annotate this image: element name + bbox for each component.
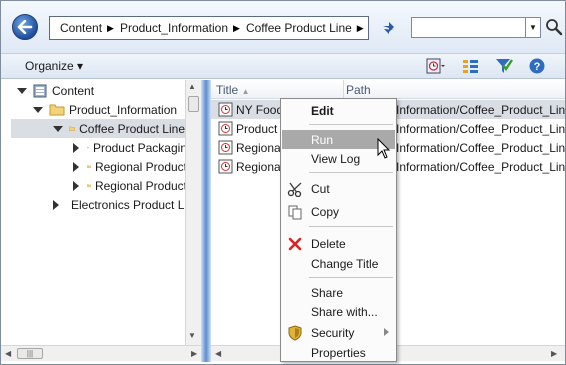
tree-item-content[interactable]: Content xyxy=(17,81,187,100)
expand-arrow-icon[interactable] xyxy=(53,199,59,210)
tree-vertical-scrollbar[interactable]: ▲ ▼ xyxy=(185,80,201,345)
scroll-up-icon[interactable]: ▲ xyxy=(188,82,196,91)
copy-icon xyxy=(288,205,302,220)
scheduler-icon[interactable] xyxy=(425,57,445,75)
menu-separator xyxy=(309,277,393,278)
menu-item-security[interactable]: Security xyxy=(282,323,395,342)
menu-item-delete[interactable]: Delete xyxy=(282,234,395,253)
menu-separator xyxy=(309,226,393,227)
scroll-thumb[interactable] xyxy=(188,96,199,112)
column-header-path[interactable]: Path xyxy=(346,83,371,97)
folder-icon xyxy=(87,165,91,168)
folder-icon xyxy=(49,104,65,116)
tree-item-regional-product[interactable]: Regional Product xyxy=(73,157,187,176)
list-header: Title ▲ Path xyxy=(211,80,565,99)
window: Content ▶ Product_Information ▶ Coffee P… xyxy=(0,0,566,365)
menu-item-copy[interactable]: Copy xyxy=(282,202,395,221)
list-item-title: NY Food xyxy=(236,103,284,117)
column-divider[interactable] xyxy=(343,80,344,99)
shield-icon xyxy=(288,325,302,341)
svg-text:?: ? xyxy=(534,61,541,73)
list-item-path: Information/Coffee_Product_Line xyxy=(396,122,565,136)
organize-menu-button[interactable]: Organize ▾ xyxy=(25,59,83,73)
delete-icon xyxy=(288,237,302,251)
back-button[interactable] xyxy=(12,14,38,40)
breadcrumb-separator-icon[interactable]: ▶ xyxy=(357,23,364,34)
menu-item-properties[interactable]: Properties xyxy=(282,343,395,362)
tree-item-label: Regional Product xyxy=(94,178,187,193)
menu-separator xyxy=(309,172,393,173)
pane-splitter[interactable] xyxy=(201,80,211,362)
tree-horizontal-scrollbar[interactable]: ◀ ||| ▶ xyxy=(1,345,201,361)
scroll-right-icon[interactable]: ▶ xyxy=(551,349,557,358)
report-icon xyxy=(218,102,233,117)
menu-item-edit[interactable]: Edit xyxy=(282,101,395,120)
help-icon[interactable]: ? xyxy=(527,57,547,75)
menu-item-share-with[interactable]: Share with... xyxy=(282,302,395,321)
mouse-cursor-icon xyxy=(377,138,391,159)
address-bar: Content ▶ Product_Information ▶ Coffee P… xyxy=(1,1,565,53)
folder-icon xyxy=(87,146,89,149)
menu-separator xyxy=(309,124,393,125)
list-item-path: Information/Coffee_Product_Line xyxy=(396,141,565,155)
expand-arrow-icon[interactable] xyxy=(73,142,79,153)
filter-icon[interactable] xyxy=(494,57,514,75)
tree-item-label: Coffee Product Line xyxy=(79,121,185,136)
folder-icon xyxy=(69,126,75,131)
expand-arrow-icon[interactable] xyxy=(53,125,63,132)
submenu-arrow-icon xyxy=(384,328,389,336)
tree-item-product-information[interactable]: Product_Information xyxy=(33,100,187,119)
content-root-icon xyxy=(33,84,47,97)
tree-item-label: Electronics Product Li xyxy=(71,197,188,212)
refresh-button[interactable] xyxy=(378,18,400,38)
search-icon[interactable] xyxy=(545,18,563,36)
breadcrumb-item-content[interactable]: Content xyxy=(60,21,102,35)
list-item-title: Regional xyxy=(236,160,284,174)
refresh-icon xyxy=(383,22,395,34)
toolbar: Organize ▾ ? xyxy=(1,53,565,79)
expand-arrow-icon[interactable] xyxy=(73,161,79,172)
breadcrumb-separator-icon[interactable]: ▶ xyxy=(233,23,240,34)
menu-item-cut[interactable]: Cut xyxy=(282,179,395,198)
report-icon xyxy=(218,140,233,155)
breadcrumb: Content ▶ Product_Information ▶ Coffee P… xyxy=(49,16,369,40)
scroll-left-icon[interactable]: ◀ xyxy=(5,349,11,358)
list-item-path: Information/Coffee_Product_Line xyxy=(396,160,565,174)
breadcrumb-item-coffee-product-line[interactable]: Coffee Product Line xyxy=(246,21,352,35)
report-icon xyxy=(218,121,233,136)
tree-item-label: Product Packagin xyxy=(92,140,187,155)
breadcrumb-item-product-information[interactable]: Product_Information xyxy=(120,21,228,35)
cut-icon xyxy=(287,182,302,197)
folder-icon xyxy=(87,184,91,187)
scroll-right-icon[interactable]: ▶ xyxy=(191,349,197,358)
breadcrumb-separator-icon[interactable]: ▶ xyxy=(107,23,114,34)
column-header-title[interactable]: Title ▲ xyxy=(216,83,250,97)
folder-tree: Content Product_Information Coffee Produ… xyxy=(1,80,201,345)
list-item-path: Information/Coffee_Product_Line xyxy=(396,103,565,117)
tree-item-label: Content xyxy=(52,83,95,98)
tree-item-electronics-product-line[interactable]: Electronics Product Li xyxy=(53,195,187,214)
tree-item-label: Regional Product xyxy=(94,159,187,174)
back-icon xyxy=(17,20,33,34)
chevron-down-icon: ▼ xyxy=(529,23,537,32)
scroll-left-icon[interactable]: ◀ xyxy=(215,349,221,358)
expand-arrow-icon[interactable] xyxy=(73,180,79,191)
tree-item-product-packaging[interactable]: Product Packagin xyxy=(73,138,187,157)
menu-item-share[interactable]: Share xyxy=(282,283,395,302)
report-icon xyxy=(218,159,233,174)
tree-item-label: Product_Information xyxy=(69,102,178,117)
scroll-down-icon[interactable]: ▼ xyxy=(188,331,196,340)
sort-arrow-icon: ▲ xyxy=(241,87,250,96)
expand-arrow-icon[interactable] xyxy=(17,87,27,94)
search-input[interactable] xyxy=(411,17,526,38)
tree-item-coffee-product-line[interactable]: Coffee Product Line xyxy=(11,119,185,138)
menu-item-change-title[interactable]: Change Title xyxy=(282,254,395,273)
list-item-title: Regional xyxy=(236,141,284,155)
scroll-thumb[interactable]: ||| xyxy=(17,348,43,359)
tree-item-regional-product[interactable]: Regional Product xyxy=(73,176,187,195)
expand-arrow-icon[interactable] xyxy=(33,106,43,113)
search-dropdown-button[interactable]: ▼ xyxy=(526,17,541,38)
columns-icon[interactable] xyxy=(461,57,481,75)
